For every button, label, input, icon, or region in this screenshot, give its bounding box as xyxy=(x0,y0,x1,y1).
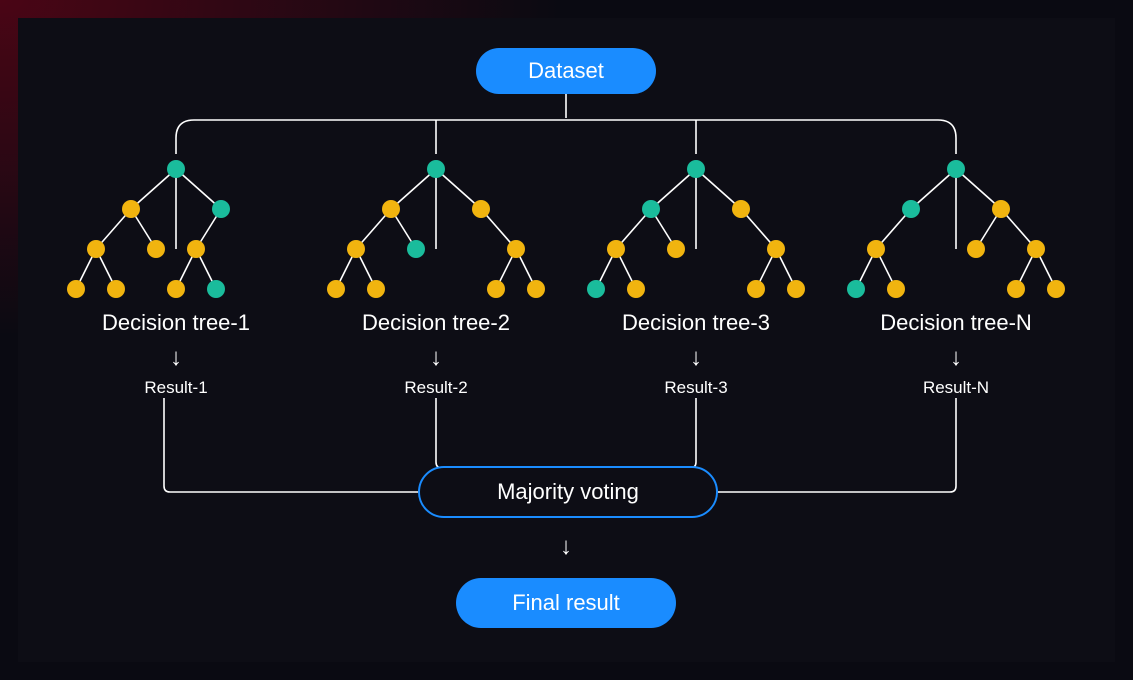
result-label: Result-1 xyxy=(144,378,207,398)
arrow-down-icon: ↓ xyxy=(950,344,962,372)
arrow-down-icon: ↓ xyxy=(430,344,442,372)
decision-tree-1 xyxy=(56,154,296,309)
result-label: Result-N xyxy=(923,378,989,398)
tree-label: Decision tree-1 xyxy=(102,310,250,336)
dataset-label: Dataset xyxy=(528,58,604,84)
decision-tree-3 xyxy=(576,154,816,309)
tree-label: Decision tree-3 xyxy=(622,310,770,336)
arrow-down-icon: ↓ xyxy=(560,533,572,561)
result-label: Result-2 xyxy=(404,378,467,398)
arrow-down-icon: ↓ xyxy=(170,344,182,372)
majority-voting-box: Majority voting xyxy=(418,466,718,518)
tree-label: Decision tree-N xyxy=(880,310,1032,336)
tree-label: Decision tree-2 xyxy=(362,310,510,336)
diagram-frame: Dataset Decision tree-1 ↓ Result-1 Decision… xyxy=(18,18,1115,662)
result-label: Result-3 xyxy=(664,378,727,398)
arrow-down-icon: ↓ xyxy=(690,344,702,372)
connector-lines xyxy=(18,18,1115,662)
final-result-label: Final result xyxy=(512,590,620,616)
decision-tree-2 xyxy=(316,154,556,309)
majority-voting-label: Majority voting xyxy=(497,479,639,505)
decision-tree-4 xyxy=(836,154,1076,309)
dataset-box: Dataset xyxy=(476,48,656,94)
final-result-box: Final result xyxy=(456,578,676,628)
